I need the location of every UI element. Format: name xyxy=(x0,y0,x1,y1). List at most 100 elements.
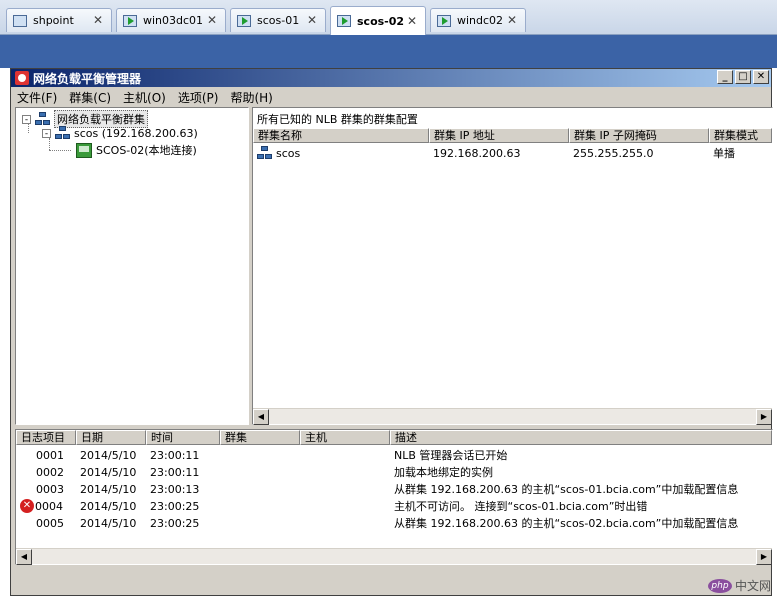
scroll-left-icon[interactable]: ◀ xyxy=(16,549,32,565)
menu-help[interactable]: 帮助(H) xyxy=(224,89,278,106)
log-date: 2014/5/10 xyxy=(80,482,137,496)
tab-windc02[interactable]: windc02 ✕ xyxy=(430,8,526,32)
scroll-right-icon[interactable]: ▶ xyxy=(756,549,772,565)
cluster-icon xyxy=(55,126,71,140)
tab-win03dc01[interactable]: win03dc01 ✕ xyxy=(116,8,226,32)
tree-cluster-scos[interactable]: - scos (192.168.200.63) xyxy=(42,126,198,140)
close-icon[interactable]: ✕ xyxy=(305,13,319,27)
close-button[interactable]: ✕ xyxy=(753,70,769,84)
menu-bar: 文件(F) 群集(C) 主机(O) 选项(P) 帮助(H) xyxy=(11,88,771,106)
scroll-right-icon[interactable]: ▶ xyxy=(756,409,772,425)
tree-host-label: SCOS-02(本地连接) xyxy=(96,144,197,157)
column-header-cluster-name[interactable]: 群集名称 xyxy=(253,128,429,143)
error-icon: ✕ xyxy=(20,499,34,513)
minimize-button[interactable]: _ xyxy=(717,70,733,84)
cluster-tree: - 网络负载平衡群集 - scos (192.168.200.63) SCOS-… xyxy=(15,107,249,425)
menu-cluster[interactable]: 群集(C) xyxy=(63,89,117,106)
powered-on-vm-icon xyxy=(123,14,137,27)
log-column-headers: 日志项目 日期 时间 群集 主机 描述 xyxy=(16,430,772,445)
log-pane: 日志项目 日期 时间 群集 主机 描述 0001 2014/5/10 23:00… xyxy=(15,429,773,565)
log-description: 主机不可访问。 连接到“scos-01.bcia.com”时出错 xyxy=(394,500,648,513)
close-icon[interactable]: ✕ xyxy=(91,13,105,27)
vm-console-background xyxy=(0,35,777,68)
maximize-button[interactable]: □ xyxy=(735,70,751,84)
php-logo: php xyxy=(707,578,732,593)
log-time: 23:00:11 xyxy=(150,465,200,479)
list-horizontal-scrollbar[interactable]: ◀ ▶ xyxy=(253,408,772,425)
powered-on-vm-icon xyxy=(337,15,351,27)
column-header-cluster-ip[interactable]: 群集 IP 地址 xyxy=(429,128,569,143)
cluster-list-pane: 所有已知的 NLB 群集的群集配置 群集名称 群集 IP 地址 群集 IP 子网… xyxy=(252,107,773,425)
column-header-subnet-mask[interactable]: 群集 IP 子网掩码 xyxy=(569,128,709,143)
log-date: 2014/5/10 xyxy=(80,499,137,513)
powered-on-vm-icon xyxy=(237,14,251,27)
close-icon[interactable]: ✕ xyxy=(505,13,519,27)
tab-label: shpoint xyxy=(33,14,74,27)
watermark: php 中文网 xyxy=(707,577,771,594)
column-header-cluster[interactable]: 群集 xyxy=(220,430,300,445)
tab-shpoint[interactable]: shpoint ✕ xyxy=(6,8,112,32)
menu-options[interactable]: 选项(P) xyxy=(172,89,225,106)
log-row[interactable]: 0001 2014/5/10 23:00:11 NLB 管理器会话已开始 xyxy=(16,447,772,463)
list-row[interactable]: scos 192.168.200.63 255.255.255.0 单播 xyxy=(253,145,772,161)
column-header-description[interactable]: 描述 xyxy=(390,430,772,445)
list-column-headers: 群集名称 群集 IP 地址 群集 IP 子网掩码 群集模式 xyxy=(253,128,772,143)
log-date: 2014/5/10 xyxy=(80,448,137,462)
log-entry-cell: ✕ 0004 xyxy=(16,499,76,513)
column-header-time[interactable]: 时间 xyxy=(146,430,220,445)
log-time: 23:00:25 xyxy=(150,516,200,530)
close-icon[interactable]: ✕ xyxy=(205,13,219,27)
tab-label: scos-02 xyxy=(357,14,405,28)
log-row[interactable]: 0005 2014/5/10 23:00:25 从群集 192.168.200.… xyxy=(16,515,772,531)
nlb-app-icon xyxy=(15,71,29,85)
nlb-manager-window: 网络负载平衡管理器 _ □ ✕ 文件(F) 群集(C) 主机(O) 选项(P) … xyxy=(10,68,773,596)
column-header-cluster-mode[interactable]: 群集模式 xyxy=(709,128,772,143)
window-title: 网络负载平衡管理器 xyxy=(33,71,142,86)
log-description: 从群集 192.168.200.63 的主机“scos-01.bcia.com”… xyxy=(394,483,739,496)
tree-cluster-label: scos (192.168.200.63) xyxy=(74,126,198,140)
list-pane-header: 所有已知的 NLB 群集的群集配置 xyxy=(257,113,418,126)
log-row-error[interactable]: ✕ 0004 2014/5/10 23:00:25 主机不可访问。 连接到“sc… xyxy=(16,498,772,514)
cell-cluster-ip: 192.168.200.63 xyxy=(433,146,521,160)
window-titlebar[interactable]: 网络负载平衡管理器 _ □ ✕ xyxy=(11,69,771,87)
tab-scos-02[interactable]: scos-02 ✕ xyxy=(330,6,426,35)
tree-line xyxy=(49,150,71,151)
tab-label: windc02 xyxy=(457,14,504,27)
log-entry-id: 0001 xyxy=(36,448,64,462)
cluster-icon xyxy=(257,146,273,160)
cell-cluster-mode: 单播 xyxy=(713,147,735,160)
close-icon[interactable]: ✕ xyxy=(405,14,419,28)
tree-host-scos-02[interactable]: SCOS-02(本地连接) xyxy=(76,142,197,158)
log-description: 加载本地绑定的实例 xyxy=(394,466,493,479)
tab-label: scos-01 xyxy=(257,14,300,27)
log-entry-id: 0002 xyxy=(36,465,64,479)
log-time: 23:00:11 xyxy=(150,448,200,462)
menu-file[interactable]: 文件(F) xyxy=(11,89,63,106)
log-entry-id: 0005 xyxy=(36,516,64,530)
collapse-icon[interactable]: - xyxy=(22,114,31,124)
watermark-text: 中文网 xyxy=(734,579,771,593)
collapse-icon[interactable]: - xyxy=(42,128,51,138)
log-description: NLB 管理器会话已开始 xyxy=(394,449,508,462)
log-time: 23:00:13 xyxy=(150,482,200,496)
log-description: 从群集 192.168.200.63 的主机“scos-02.bcia.com”… xyxy=(394,517,739,530)
log-row[interactable]: 0002 2014/5/10 23:00:11 加载本地绑定的实例 xyxy=(16,464,772,480)
log-row[interactable]: 0003 2014/5/10 23:00:13 从群集 192.168.200.… xyxy=(16,481,772,497)
window-controls: _ □ ✕ xyxy=(717,70,769,84)
log-date: 2014/5/10 xyxy=(80,516,137,530)
column-header-host[interactable]: 主机 xyxy=(300,430,390,445)
cluster-icon xyxy=(35,112,51,126)
log-date: 2014/5/10 xyxy=(80,465,137,479)
scroll-left-icon[interactable]: ◀ xyxy=(253,409,269,425)
vm-icon xyxy=(13,14,27,27)
tab-scos-01[interactable]: scos-01 ✕ xyxy=(230,8,326,32)
host-icon xyxy=(76,142,92,158)
log-time: 23:00:25 xyxy=(150,499,200,513)
column-header-log-entry[interactable]: 日志项目 xyxy=(16,430,76,445)
tab-label: win03dc01 xyxy=(143,14,204,27)
cell-cluster-name: scos xyxy=(253,146,429,160)
menu-host[interactable]: 主机(O) xyxy=(117,89,172,106)
log-horizontal-scrollbar[interactable]: ◀ ▶ xyxy=(16,548,772,565)
column-header-date[interactable]: 日期 xyxy=(76,430,146,445)
cell-subnet-mask: 255.255.255.0 xyxy=(573,146,654,160)
